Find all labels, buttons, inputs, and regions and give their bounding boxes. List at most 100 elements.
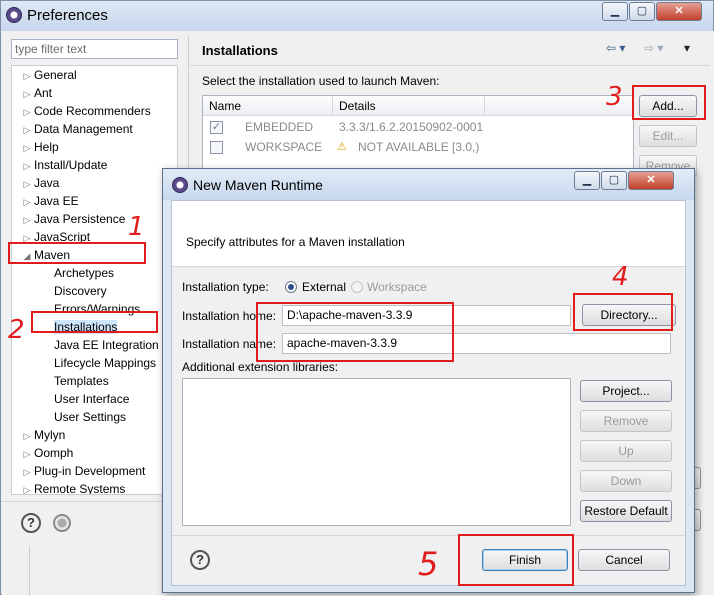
- tree-item[interactable]: ▷ Oomph: [20, 444, 74, 463]
- tree-item[interactable]: ▷ Java EE: [20, 192, 79, 210]
- collapsed-arrow-icon[interactable]: ▷: [20, 211, 34, 229]
- remove-library-button[interactable]: Remove: [580, 410, 672, 432]
- footer-separator: [1, 501, 189, 502]
- maximize-button[interactable]: ▢: [629, 2, 655, 21]
- workspace-radio[interactable]: [351, 281, 363, 293]
- tree-item[interactable]: ▷ Help: [20, 138, 59, 156]
- tree-item-label: Mylyn: [34, 428, 66, 442]
- tree-item-label: Archetypes: [54, 266, 115, 280]
- record-icon[interactable]: [53, 514, 71, 532]
- collapsed-arrow-icon[interactable]: ▷: [20, 157, 34, 175]
- back-arrow-icon[interactable]: ⇦ ▾: [606, 41, 625, 55]
- up-button[interactable]: Up: [580, 440, 672, 462]
- row-details: NOT AVAILABLE [3.0,): [358, 140, 480, 154]
- collapsed-arrow-icon[interactable]: ▷: [20, 103, 34, 121]
- tree-item[interactable]: ▷ Ant: [20, 84, 52, 102]
- header-separator: [190, 65, 710, 66]
- table-header: Name Details: [203, 96, 633, 116]
- tree-item-label: Ant: [34, 86, 53, 100]
- annotation-box-maven: [8, 242, 146, 264]
- forward-arrow-icon[interactable]: ⇨ ▾: [644, 41, 663, 55]
- extension-libraries-list[interactable]: [182, 378, 571, 526]
- tree-item[interactable]: User Interface: [40, 390, 129, 408]
- left-edge-line: [29, 546, 30, 596]
- tree-item-label: Java EE Integration: [54, 338, 159, 352]
- minimize-button[interactable]: ▁: [602, 2, 628, 21]
- checkbox-unchecked[interactable]: [210, 141, 223, 154]
- tree-item[interactable]: Archetypes: [40, 264, 114, 282]
- tree-item[interactable]: Lifecycle Mappings: [40, 354, 156, 372]
- tree-item-label: Help: [34, 140, 59, 154]
- dialog-close-button[interactable]: ✕: [628, 171, 674, 190]
- annotation-3: 3: [606, 82, 623, 112]
- tree-item[interactable]: Templates: [40, 372, 109, 390]
- table-row[interactable]: ✓ EMBEDDED 3.3.3/1.6.2.20150902-0001: [203, 118, 633, 137]
- collapsed-arrow-icon[interactable]: ▷: [20, 193, 34, 211]
- dialog-maximize-button[interactable]: ▢: [601, 171, 627, 190]
- new-maven-runtime-dialog: New Maven Runtime ▁ ▢ ✕ Specify attribut…: [162, 168, 695, 593]
- restore-default-button[interactable]: Restore Default: [580, 500, 672, 522]
- tree-item-label: Install/Update: [34, 158, 108, 172]
- column-name[interactable]: Name: [203, 96, 333, 116]
- cancel-button[interactable]: Cancel: [578, 549, 670, 571]
- annotation-4: 4: [612, 262, 629, 292]
- tree-item[interactable]: ▷ Remote Systems: [20, 480, 126, 495]
- dialog-description: Specify attributes for a Maven installat…: [186, 235, 405, 249]
- filter-input[interactable]: [11, 39, 178, 59]
- preferences-tree: ▷ General ▷ Ant ▷ Code Recommenders ▷ Data Mana…: [11, 65, 178, 495]
- collapsed-arrow-icon[interactable]: ▷: [20, 445, 34, 463]
- external-radio[interactable]: [285, 281, 297, 293]
- extension-libraries-label: Additional extension libraries:: [182, 360, 339, 374]
- tree-item[interactable]: ▷ Java Persistence: [20, 210, 126, 229]
- page-title: Installations: [202, 43, 278, 58]
- dialog-banner: Specify attributes for a Maven installat…: [172, 201, 685, 267]
- help-icon[interactable]: ?: [21, 513, 41, 533]
- annotation-box-add: [632, 85, 706, 120]
- collapsed-arrow-icon[interactable]: ▷: [20, 481, 34, 494]
- collapsed-arrow-icon[interactable]: ▷: [20, 175, 34, 193]
- external-radio-label[interactable]: External: [302, 280, 346, 294]
- tree-item[interactable]: Discovery: [40, 282, 107, 300]
- dialog-help-icon[interactable]: ?: [190, 550, 210, 570]
- view-menu-icon[interactable]: ▾: [684, 41, 690, 55]
- tree-item[interactable]: Java EE Integration: [40, 336, 159, 354]
- project-button[interactable]: Project...: [580, 380, 672, 402]
- tree-item-label: Lifecycle Mappings: [54, 356, 157, 370]
- tree-item-label: Data Management: [34, 122, 133, 136]
- tree-item[interactable]: User Settings: [40, 408, 126, 426]
- table-row[interactable]: WORKSPACE ⚠ NOT AVAILABLE [3.0,): [203, 138, 633, 157]
- tree-item[interactable]: ▷ General: [20, 66, 77, 84]
- tree-item-label: Discovery: [54, 284, 107, 298]
- preferences-titlebar: Preferences ▁ ▢ ✕: [1, 1, 713, 31]
- checkbox-checked[interactable]: ✓: [210, 121, 223, 134]
- tree-item[interactable]: ▷ Java: [20, 174, 60, 193]
- annotation-2: 2: [8, 315, 25, 345]
- dialog-title: New Maven Runtime: [193, 177, 323, 193]
- collapsed-arrow-icon[interactable]: ▷: [20, 139, 34, 157]
- down-button[interactable]: Down: [580, 470, 672, 492]
- collapsed-arrow-icon[interactable]: ▷: [20, 427, 34, 445]
- collapsed-arrow-icon[interactable]: ▷: [20, 463, 34, 481]
- close-button[interactable]: ✕: [656, 2, 702, 21]
- tree-item[interactable]: ▷ Install/Update: [20, 156, 108, 175]
- workspace-radio-label[interactable]: Workspace: [367, 280, 427, 294]
- tree-item[interactable]: ▷ Data Management: [20, 120, 133, 138]
- tree-item-label: Java EE: [34, 194, 79, 208]
- eclipse-icon: [172, 177, 188, 193]
- row-name: WORKSPACE: [245, 140, 323, 154]
- annotation-box-installations: [31, 311, 158, 333]
- collapsed-arrow-icon[interactable]: ▷: [20, 121, 34, 139]
- collapsed-arrow-icon[interactable]: ▷: [20, 67, 34, 85]
- dialog-footer-separator: [172, 535, 685, 536]
- tree-item-label: Remote Systems: [34, 482, 126, 495]
- tree-item[interactable]: ▷ Plug-in Development: [20, 462, 146, 481]
- tree-item[interactable]: ▷ Mylyn: [20, 426, 66, 445]
- edit-button[interactable]: Edit...: [639, 125, 697, 147]
- tree-item[interactable]: ▷ Code Recommenders: [20, 102, 151, 120]
- preferences-title: Preferences: [27, 7, 108, 24]
- tree-item-label: General: [34, 68, 77, 82]
- collapsed-arrow-icon[interactable]: ▷: [20, 85, 34, 103]
- tree-item-label: Code Recommenders: [34, 104, 151, 118]
- dialog-minimize-button[interactable]: ▁: [574, 171, 600, 190]
- column-details[interactable]: Details: [333, 96, 485, 116]
